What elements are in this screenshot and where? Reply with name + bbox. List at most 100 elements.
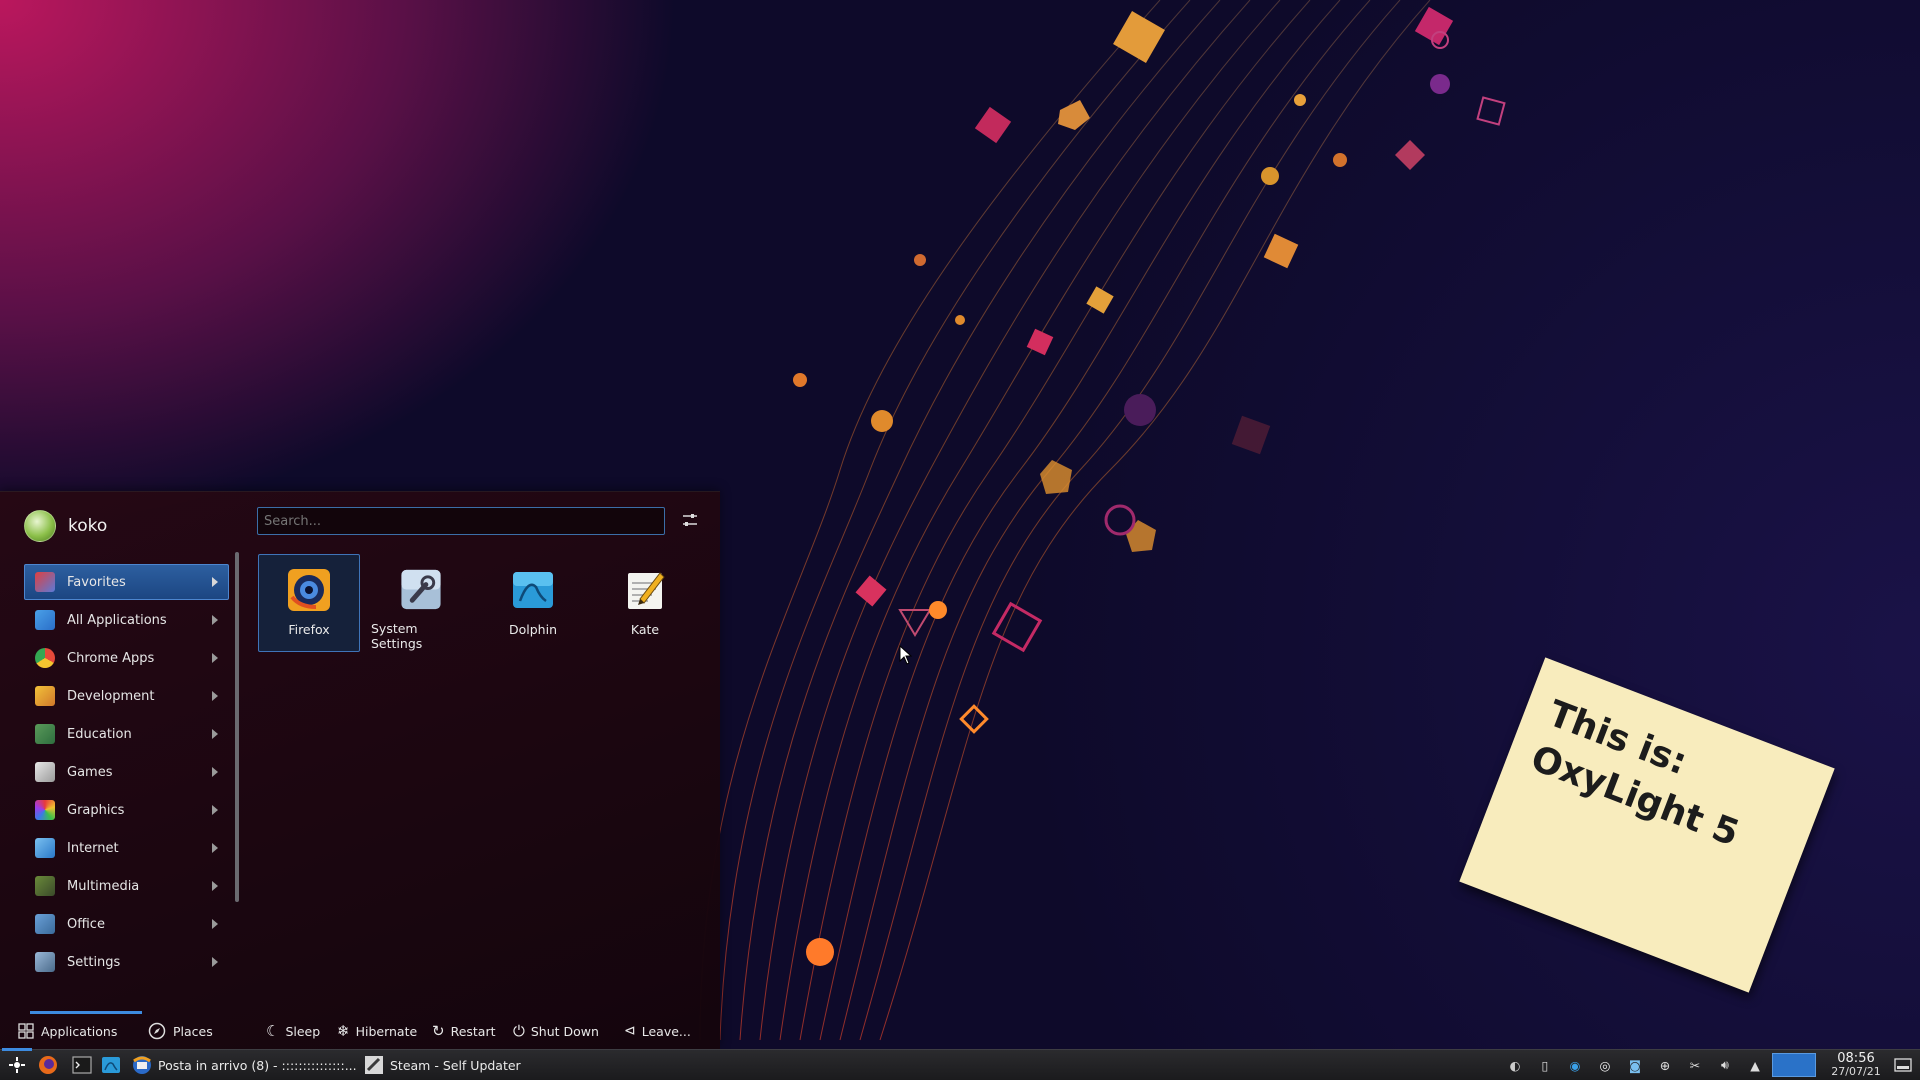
tab-places-label: Places — [173, 1023, 213, 1039]
mouse-cursor-icon — [899, 645, 913, 665]
show-desktop-icon — [1894, 1058, 1912, 1072]
restart-button[interactable]: ↻ Restart — [432, 1022, 496, 1040]
category-label: Settings — [67, 954, 121, 970]
clipboard-icon[interactable]: ▯ — [1535, 1055, 1555, 1075]
volume-icon[interactable]: 🔊︎ — [1715, 1055, 1735, 1075]
category-scrollbar[interactable] — [235, 552, 239, 902]
virtual-desktop-1[interactable] — [1772, 1053, 1816, 1077]
favorites-grid: Firefox System Settings Dolphin Kate — [258, 554, 696, 652]
games-icon — [35, 762, 55, 782]
favorite-label: Kate — [630, 622, 660, 637]
snowflake-icon: ❄ — [337, 1022, 350, 1040]
digital-clock[interactable]: 08:56 27/07/21 — [1822, 1050, 1890, 1080]
sleep-button[interactable]: ☾ Sleep — [266, 1022, 320, 1040]
category-label: Education — [67, 726, 132, 742]
sliders-icon — [683, 514, 697, 526]
username-label: koko — [68, 516, 108, 536]
chevron-right-icon — [212, 805, 218, 815]
category-multimedia[interactable]: Multimedia — [24, 868, 229, 904]
accessibility-icon[interactable]: ◐ — [1505, 1055, 1525, 1075]
category-label: Office — [67, 916, 105, 932]
system-settings-icon — [401, 569, 441, 610]
category-games[interactable]: Games — [24, 754, 229, 790]
favorite-label: System Settings — [371, 621, 423, 651]
globe-icon[interactable]: ⊕ — [1655, 1055, 1675, 1075]
clock-date: 27/07/21 — [1831, 1065, 1881, 1078]
chevron-right-icon — [212, 767, 218, 777]
hibernate-label: Hibernate — [355, 1023, 418, 1039]
show-desktop-button[interactable] — [1894, 1050, 1912, 1080]
application-launcher: koko Favorites All Applications Chrome A… — [0, 491, 720, 1049]
task-steam[interactable]: Steam - Self Updater — [364, 1050, 590, 1080]
category-graphics[interactable]: Graphics — [24, 792, 229, 828]
sleep-icon: ☾ — [266, 1022, 280, 1040]
firefox-icon — [39, 1056, 57, 1074]
launcher-config-button[interactable] — [679, 509, 701, 531]
settings-icon — [35, 952, 55, 972]
search-input[interactable] — [257, 507, 665, 535]
favorite-label: Dolphin — [509, 622, 557, 637]
firefox-launcher[interactable] — [38, 1050, 58, 1080]
category-development[interactable]: Development — [24, 678, 229, 714]
chevron-right-icon — [212, 653, 218, 663]
category-label: Favorites — [67, 574, 126, 590]
all-applications-icon — [35, 610, 55, 630]
terminal-icon — [72, 1056, 92, 1074]
hibernate-button[interactable]: ❄ Hibernate — [337, 1022, 417, 1040]
chevron-right-icon — [212, 957, 218, 967]
network-icon[interactable]: ◙ — [1625, 1055, 1645, 1075]
launcher-button[interactable] — [2, 1048, 32, 1080]
internet-icon — [35, 838, 55, 858]
office-icon — [35, 914, 55, 934]
category-label: Multimedia — [67, 878, 140, 894]
terminal-launcher[interactable] — [72, 1050, 92, 1080]
dolphin-launcher[interactable] — [101, 1050, 121, 1080]
favorite-firefox[interactable]: Firefox — [258, 554, 360, 652]
chevron-right-icon — [212, 881, 218, 891]
category-education[interactable]: Education — [24, 716, 229, 752]
favorite-kate[interactable]: Kate — [594, 554, 696, 652]
chrome-icon — [35, 648, 55, 668]
shutdown-button[interactable]: ⏻ Shut Down — [513, 1022, 599, 1040]
chevron-right-icon — [212, 577, 218, 587]
category-label: Games — [67, 764, 113, 780]
launcher-active-indicator — [2, 1048, 32, 1051]
category-internet[interactable]: Internet — [24, 830, 229, 866]
shutdown-label: Shut Down — [530, 1023, 599, 1039]
chevron-right-icon — [212, 729, 218, 739]
steam-tray-icon[interactable]: ◎ — [1595, 1055, 1615, 1075]
favorites-icon — [35, 572, 55, 592]
restart-icon: ↻ — [432, 1022, 445, 1040]
user-info: koko — [24, 510, 107, 542]
compass-icon — [148, 1022, 166, 1040]
category-label: All Applications — [67, 612, 167, 628]
kate-icon — [628, 572, 665, 609]
development-icon — [35, 686, 55, 706]
favorite-dolphin[interactable]: Dolphin — [482, 554, 584, 652]
user-avatar[interactable] — [24, 510, 56, 542]
category-office[interactable]: Office — [24, 906, 229, 942]
kde-logo-icon — [9, 1057, 25, 1073]
system-tray: ◐ ▯ ◉ ◎ ◙ ⊕ ✂ 🔊︎ ▲ — [1505, 1050, 1765, 1080]
dolphin-icon — [513, 572, 553, 608]
task-thunderbird[interactable]: Posta in arrivo (8) - :::::::::::::::... — [132, 1050, 358, 1080]
favorite-system-settings[interactable]: System Settings — [370, 554, 472, 652]
category-settings[interactable]: Settings — [24, 944, 229, 980]
tab-applications[interactable]: Applications — [18, 1011, 142, 1046]
pager[interactable] — [1772, 1050, 1816, 1080]
clock-time: 08:56 — [1837, 1051, 1875, 1066]
category-favorites[interactable]: Favorites — [24, 564, 229, 600]
scissors-icon[interactable]: ✂ — [1685, 1055, 1705, 1075]
category-all-applications[interactable]: All Applications — [24, 602, 229, 638]
launcher-bottom-bar: Applications Places ☾ Sleep ❄ Hibernate … — [0, 1011, 720, 1049]
task-label: Posta in arrivo (8) - :::::::::::::::... — [158, 1057, 357, 1073]
expand-tray-icon[interactable]: ▲ — [1745, 1055, 1765, 1075]
chevron-right-icon — [212, 919, 218, 929]
search-icon[interactable]: ◉ — [1565, 1055, 1585, 1075]
category-chrome-apps[interactable]: Chrome Apps — [24, 640, 229, 676]
graphics-icon — [35, 800, 55, 820]
chevron-right-icon — [212, 691, 218, 701]
leave-button[interactable]: ⊲ Leave... — [624, 1023, 691, 1039]
tab-places[interactable]: Places — [148, 1016, 213, 1046]
thunderbird-icon — [133, 1056, 151, 1074]
